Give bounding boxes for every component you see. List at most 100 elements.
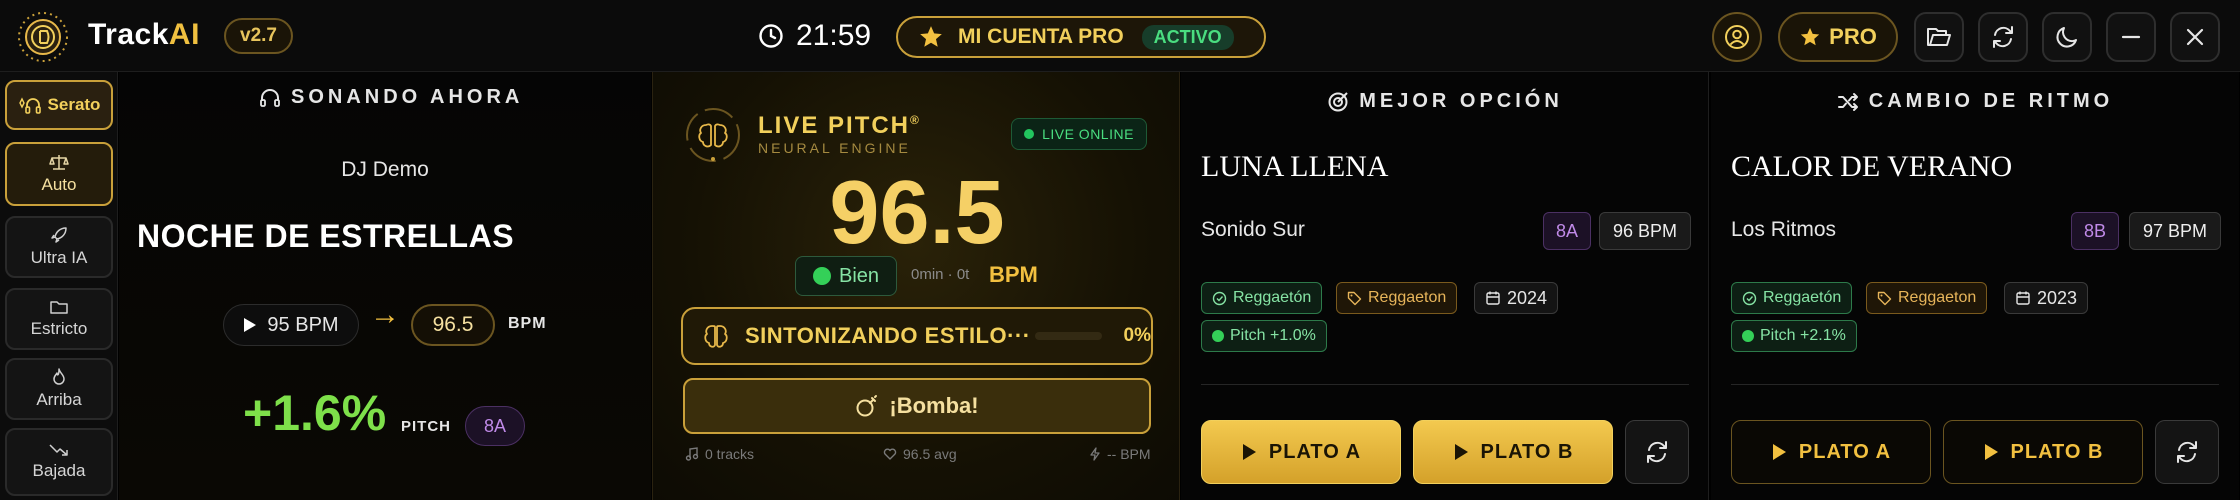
music-note-icon (685, 447, 699, 461)
plate-a-label: PLATO A (1798, 440, 1892, 463)
sidebar-item-label: Ultra IA (30, 248, 88, 267)
footer-bpm-text: -- BPM (1107, 446, 1151, 462)
live-status-badge: LIVE ONLINE (1011, 118, 1147, 150)
status-dot-icon (1024, 129, 1035, 139)
play-icon (1453, 443, 1469, 461)
sidebar-item-label: Auto (41, 175, 77, 194)
rhythm-change-key: 8B (2071, 212, 2119, 250)
brain-logo-icon (684, 106, 742, 164)
refresh-button[interactable] (1978, 12, 2028, 62)
sidebar-item-bajada[interactable]: Bajada (5, 428, 113, 496)
refresh-icon (2173, 438, 2201, 466)
year-tag: 2023 (2004, 282, 2089, 314)
current-bpm-pill: 95 BPM (223, 304, 359, 346)
headphones-icon (259, 88, 281, 108)
now-playing-panel: SONANDO AHORA DJ Demo NOCHE DE ESTRELLAS… (119, 72, 651, 500)
target-icon (1327, 91, 1349, 113)
plate-b-button[interactable]: PLATO B (1943, 420, 2143, 484)
refresh-suggestion-button[interactable] (2155, 420, 2219, 484)
best-option-title: MEJOR OPCIÓN (1359, 90, 1563, 112)
dark-mode-button[interactable] (2042, 12, 2092, 62)
sidebar-item-auto[interactable]: Auto (5, 142, 113, 206)
genre-text: Reggaeton (1898, 289, 1977, 306)
genre-match-tag: Reggaetón (1201, 282, 1323, 314)
clock-time: 21:59 (796, 19, 872, 52)
year-text: 2023 (2037, 287, 2078, 308)
footer-tracks-text: 0 tracks (705, 446, 755, 462)
target-bpm: 96.5 (411, 304, 495, 346)
rhythm-change-song: CALOR DE VERANO (1731, 150, 2013, 183)
minimize-button[interactable] (2106, 12, 2156, 62)
footer-average: 96.5 avg (883, 446, 957, 462)
pitch-value: +1.6% (243, 385, 387, 441)
refresh-icon (1989, 23, 2017, 51)
mode-sidebar: Serato Auto Ultra IA Estricto Arriba Baj… (0, 72, 118, 500)
quality-badge: Bien (795, 256, 897, 296)
rhythm-change-artist: Los Ritmos (1731, 218, 1837, 241)
now-playing-header: SONANDO AHORA (259, 86, 523, 109)
divider (1201, 384, 1689, 385)
refresh-suggestion-button[interactable] (1625, 420, 1689, 484)
quality-text: Bien (838, 264, 880, 287)
user-profile-button[interactable] (1712, 12, 1762, 62)
rhythm-change-panel: CAMBIO DE RITMO CALOR DE VERANO Los Ritm… (1711, 72, 2239, 500)
scale-icon (49, 153, 69, 171)
star-icon (918, 24, 944, 50)
live-bpm-value: 96.5 (829, 163, 1005, 263)
open-folder-button[interactable] (1914, 12, 1964, 62)
pro-button-label: PRO (1829, 24, 1877, 49)
brand-track-text: Track (88, 18, 169, 51)
plate-a-button[interactable]: PLATO A (1731, 420, 1931, 484)
key-badge: 8A (465, 406, 525, 446)
app-brand: TrackAI (88, 18, 200, 52)
play-icon (1983, 443, 1999, 461)
sidebar-item-label: Estricto (30, 319, 88, 338)
plate-b-button[interactable]: PLATO B (1413, 420, 1613, 484)
sidebar-item-label: Arriba (36, 390, 82, 409)
rhythm-change-title: CAMBIO DE RITMO (1868, 90, 2114, 112)
top-bar: TrackAI v2.7 21:59 MI CUENTA PRO ACTIVO … (0, 0, 2240, 72)
footer-tracks: 0 tracks (685, 446, 754, 462)
plate-a-button[interactable]: PLATO A (1201, 420, 1401, 484)
close-icon (2181, 23, 2209, 51)
genre-tag: Reggaeton (1336, 282, 1458, 314)
genre-match-text: Reggaetón (1233, 289, 1312, 306)
pro-account-label: MI CUENTA PRO (958, 25, 1124, 48)
genre-match-tag: Reggaetón (1731, 282, 1853, 314)
current-bpm: 95 BPM (267, 313, 339, 336)
close-button[interactable] (2170, 12, 2220, 62)
bomb-button[interactable]: ¡Bomba! (683, 378, 1151, 434)
check-circle-icon (1742, 291, 1757, 306)
genre-match-text: Reggaetón (1763, 289, 1842, 306)
rhythm-change-bpm: 97 BPM (2129, 212, 2221, 250)
pitch-tag: Pitch +2.1% (1731, 320, 1857, 352)
live-pitch-title-text: LIVE PITCH (758, 112, 911, 139)
arrow-right-icon: → (370, 298, 400, 331)
trend-down-icon (49, 443, 69, 457)
sidebar-item-serato[interactable]: Serato (5, 80, 113, 130)
rocket-icon (50, 226, 68, 244)
pitch-dot-icon (1742, 330, 1754, 342)
sidebar-item-estricto[interactable]: Estricto (5, 288, 113, 350)
best-option-key: 8A (1543, 212, 1591, 250)
sidebar-item-label: Bajada (32, 461, 86, 480)
rhythm-change-header: CAMBIO DE RITMO (1711, 90, 2239, 113)
plate-a-label: PLATO A (1268, 440, 1362, 463)
pro-account-button[interactable]: MI CUENTA PRO ACTIVO (896, 16, 1266, 58)
clock: 21:59 (758, 18, 871, 54)
pitch-dot-icon (1212, 330, 1224, 342)
clock-icon (758, 23, 784, 49)
tag-icon (1347, 291, 1362, 306)
best-option-bpm: 96 BPM (1599, 212, 1691, 250)
calendar-icon (2015, 290, 2031, 306)
sidebar-item-arriba[interactable]: Arriba (5, 358, 113, 420)
footer-bpm: -- BPM (1089, 446, 1151, 462)
moon-icon (2053, 23, 2081, 51)
best-option-header: MEJOR OPCIÓN (1181, 90, 1709, 113)
live-status-text: LIVE ONLINE (1042, 126, 1134, 142)
sidebar-item-ultra-ia[interactable]: Ultra IA (5, 216, 113, 278)
pitch-tag: Pitch +1.0% (1201, 320, 1327, 352)
bomb-label: ¡Bomba! (889, 393, 979, 418)
minimize-icon (2117, 23, 2145, 51)
pro-button[interactable]: PRO (1778, 12, 1898, 62)
